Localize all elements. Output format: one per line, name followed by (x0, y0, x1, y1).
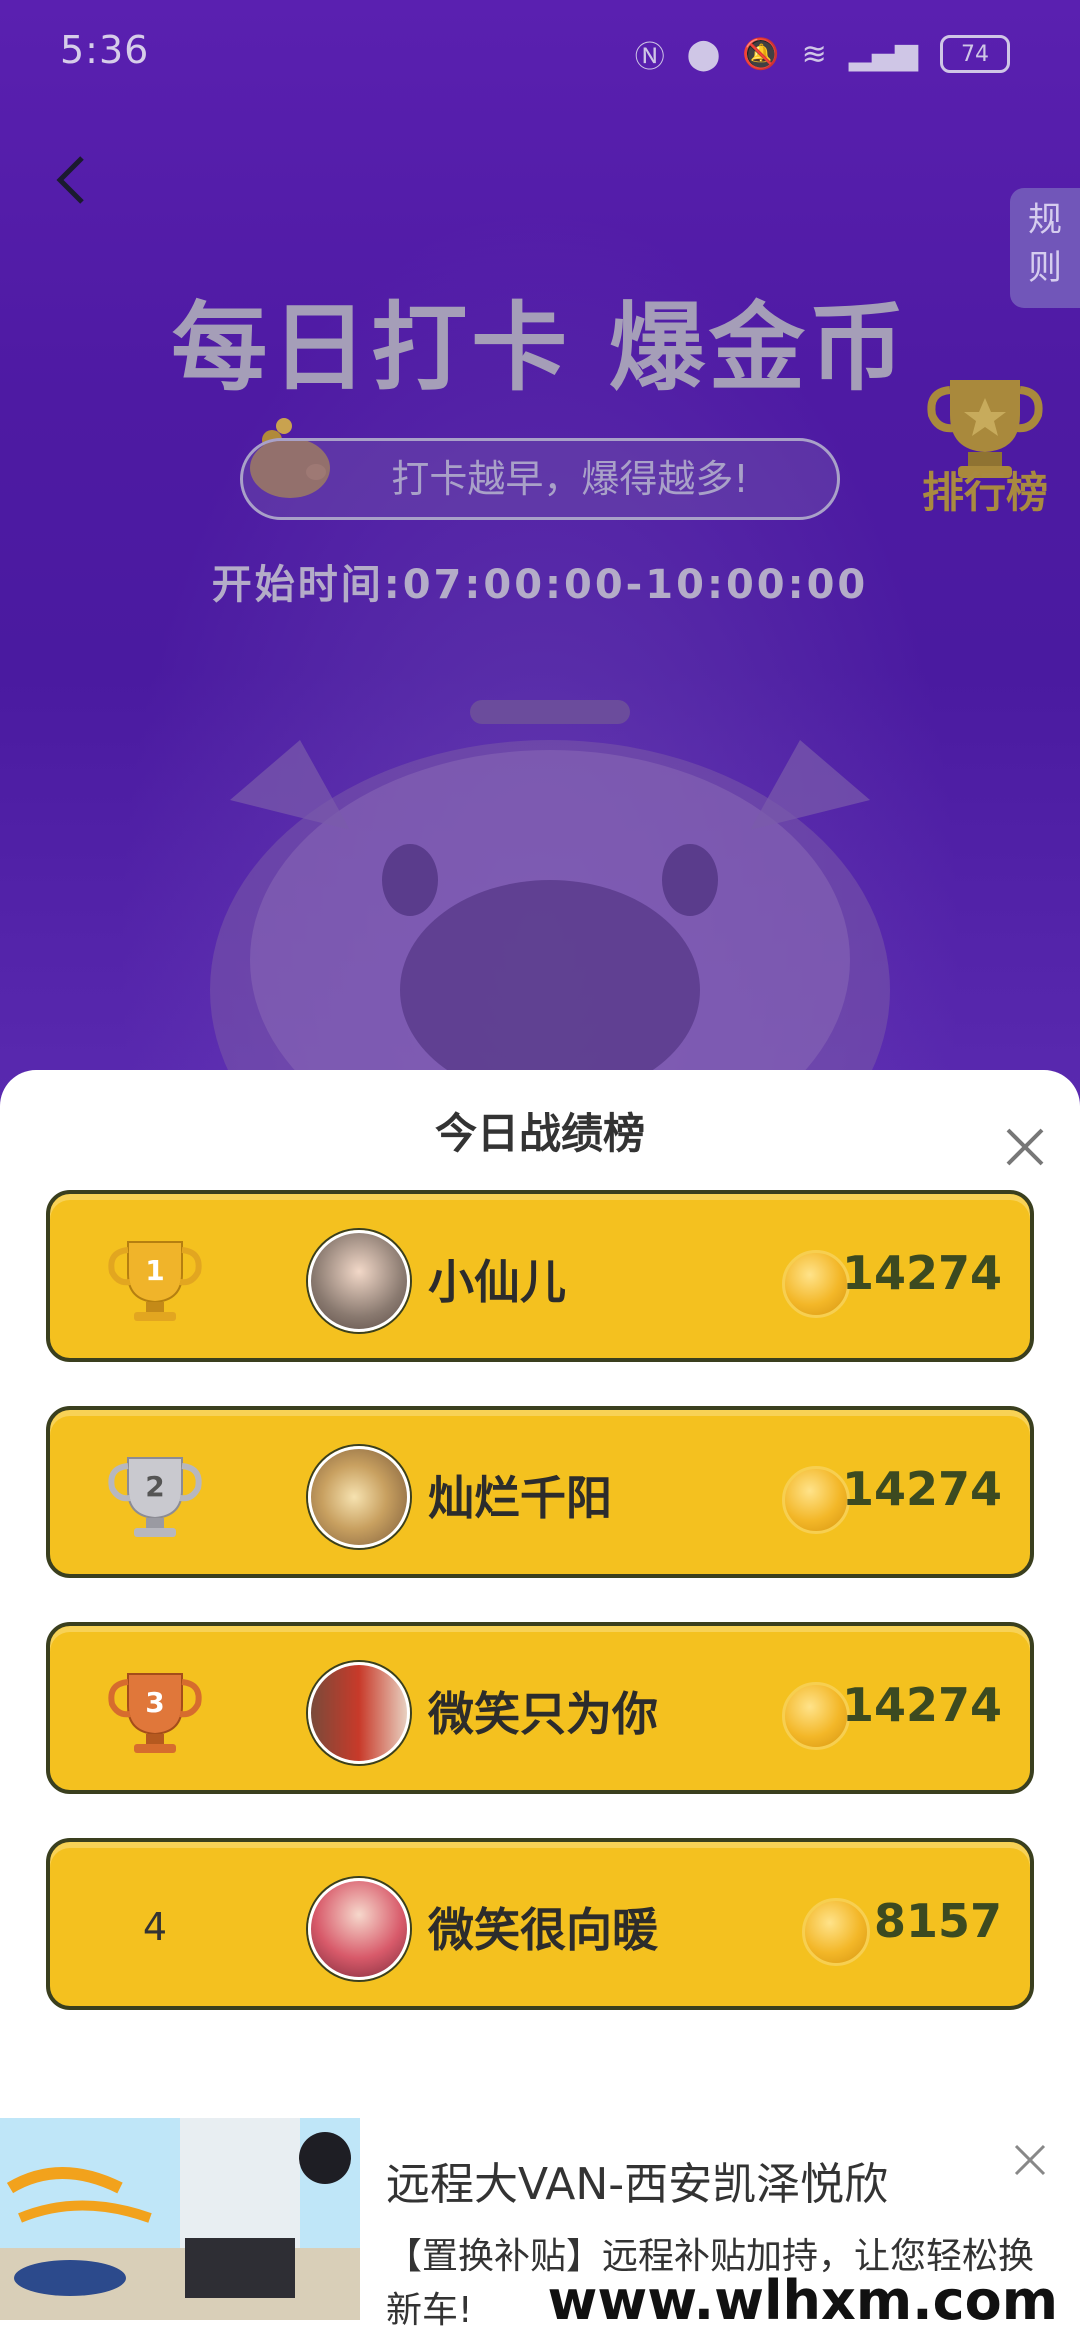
coin-icon (782, 1250, 850, 1318)
bronze-trophy-icon: 3 (108, 1673, 202, 1753)
close-icon[interactable] (1008, 2138, 1052, 2182)
rank-number: 4 (142, 1905, 168, 1949)
leaderboard-button[interactable]: 排行榜 (920, 370, 1050, 520)
rank-list: 1 小仙儿 14274 2 灿烂千阳 14274 3 微笑只为你 14274 4… (46, 1190, 1034, 2054)
user-name: 小仙儿 (428, 1255, 566, 1309)
svg-text:3: 3 (145, 1686, 164, 1719)
close-icon[interactable] (1000, 1122, 1050, 1172)
rank-row[interactable]: 4 微笑很向暖 8157 (46, 1838, 1034, 2010)
start-time: 开始时间:07:00:00-10:00:00 (211, 562, 869, 608)
wifi-icon: ≋ (801, 36, 827, 72)
coin-icon (782, 1466, 850, 1534)
coin-score: 14274 (841, 1678, 1002, 1732)
svg-text:1: 1 (145, 1254, 164, 1287)
silver-trophy-icon: 2 (108, 1457, 202, 1537)
status-time: 5:36 (60, 28, 150, 72)
gold-trophy-icon: 1 (108, 1241, 202, 1321)
mute-icon: 🔕 (742, 36, 780, 72)
back-button[interactable] (48, 150, 98, 210)
slogan-banner: 打卡越早，爆得越多! (240, 438, 840, 520)
coin-score: 14274 (841, 1462, 1002, 1516)
signal-icon: ▂▄▆ (848, 36, 918, 72)
chevron-left-icon (56, 156, 84, 204)
ad-banner[interactable]: 远程大VAN-西安凯泽悦欣 【置换补贴】远程补贴加持，让您轻松换新车! www.… (0, 2118, 1080, 2340)
rank-row[interactable]: 1 小仙儿 14274 (46, 1190, 1034, 1362)
ad-title: 远程大VAN-西安凯泽悦欣 (386, 2159, 889, 2210)
user-name: 灿烂千阳 (428, 1471, 612, 1525)
coin-score: 8157 (873, 1894, 1002, 1948)
status-bar: 5:36 Ⓝ ⬤ 🔕 ≋ ▂▄▆ 74 (0, 0, 1080, 110)
avatar (308, 1878, 410, 1980)
leaderboard-sheet: 今日战绩榜 1 小仙儿 14274 2 灿烂千阳 14274 3 微笑只为你 1… (0, 1070, 1080, 2120)
user-name: 微笑很向暖 (428, 1903, 658, 1957)
coin-score: 14274 (841, 1246, 1002, 1300)
svg-text:2: 2 (145, 1470, 164, 1503)
user-name: 微笑只为你 (428, 1687, 658, 1741)
location-icon: ⬤ (686, 36, 721, 72)
battery-icon: 74 (940, 35, 1010, 73)
coin-icon (782, 1682, 850, 1750)
page-title: 每日打卡 爆金币 (171, 292, 909, 404)
watermark-text: www.wlhxm.com (547, 2269, 1058, 2332)
rank-row[interactable]: 3 微笑只为你 14274 (46, 1622, 1034, 1794)
rank-row[interactable]: 2 灿烂千阳 14274 (46, 1406, 1034, 1578)
avatar (308, 1446, 410, 1548)
sheet-title: 今日战绩榜 (434, 1109, 645, 1158)
status-icons: Ⓝ ⬤ 🔕 ≋ ▂▄▆ 74 (635, 32, 1010, 76)
avatar (308, 1662, 410, 1764)
nfc-icon: Ⓝ (634, 40, 665, 75)
ad-image (0, 2118, 360, 2320)
coin-icon (802, 1898, 870, 1966)
avatar (308, 1230, 410, 1332)
